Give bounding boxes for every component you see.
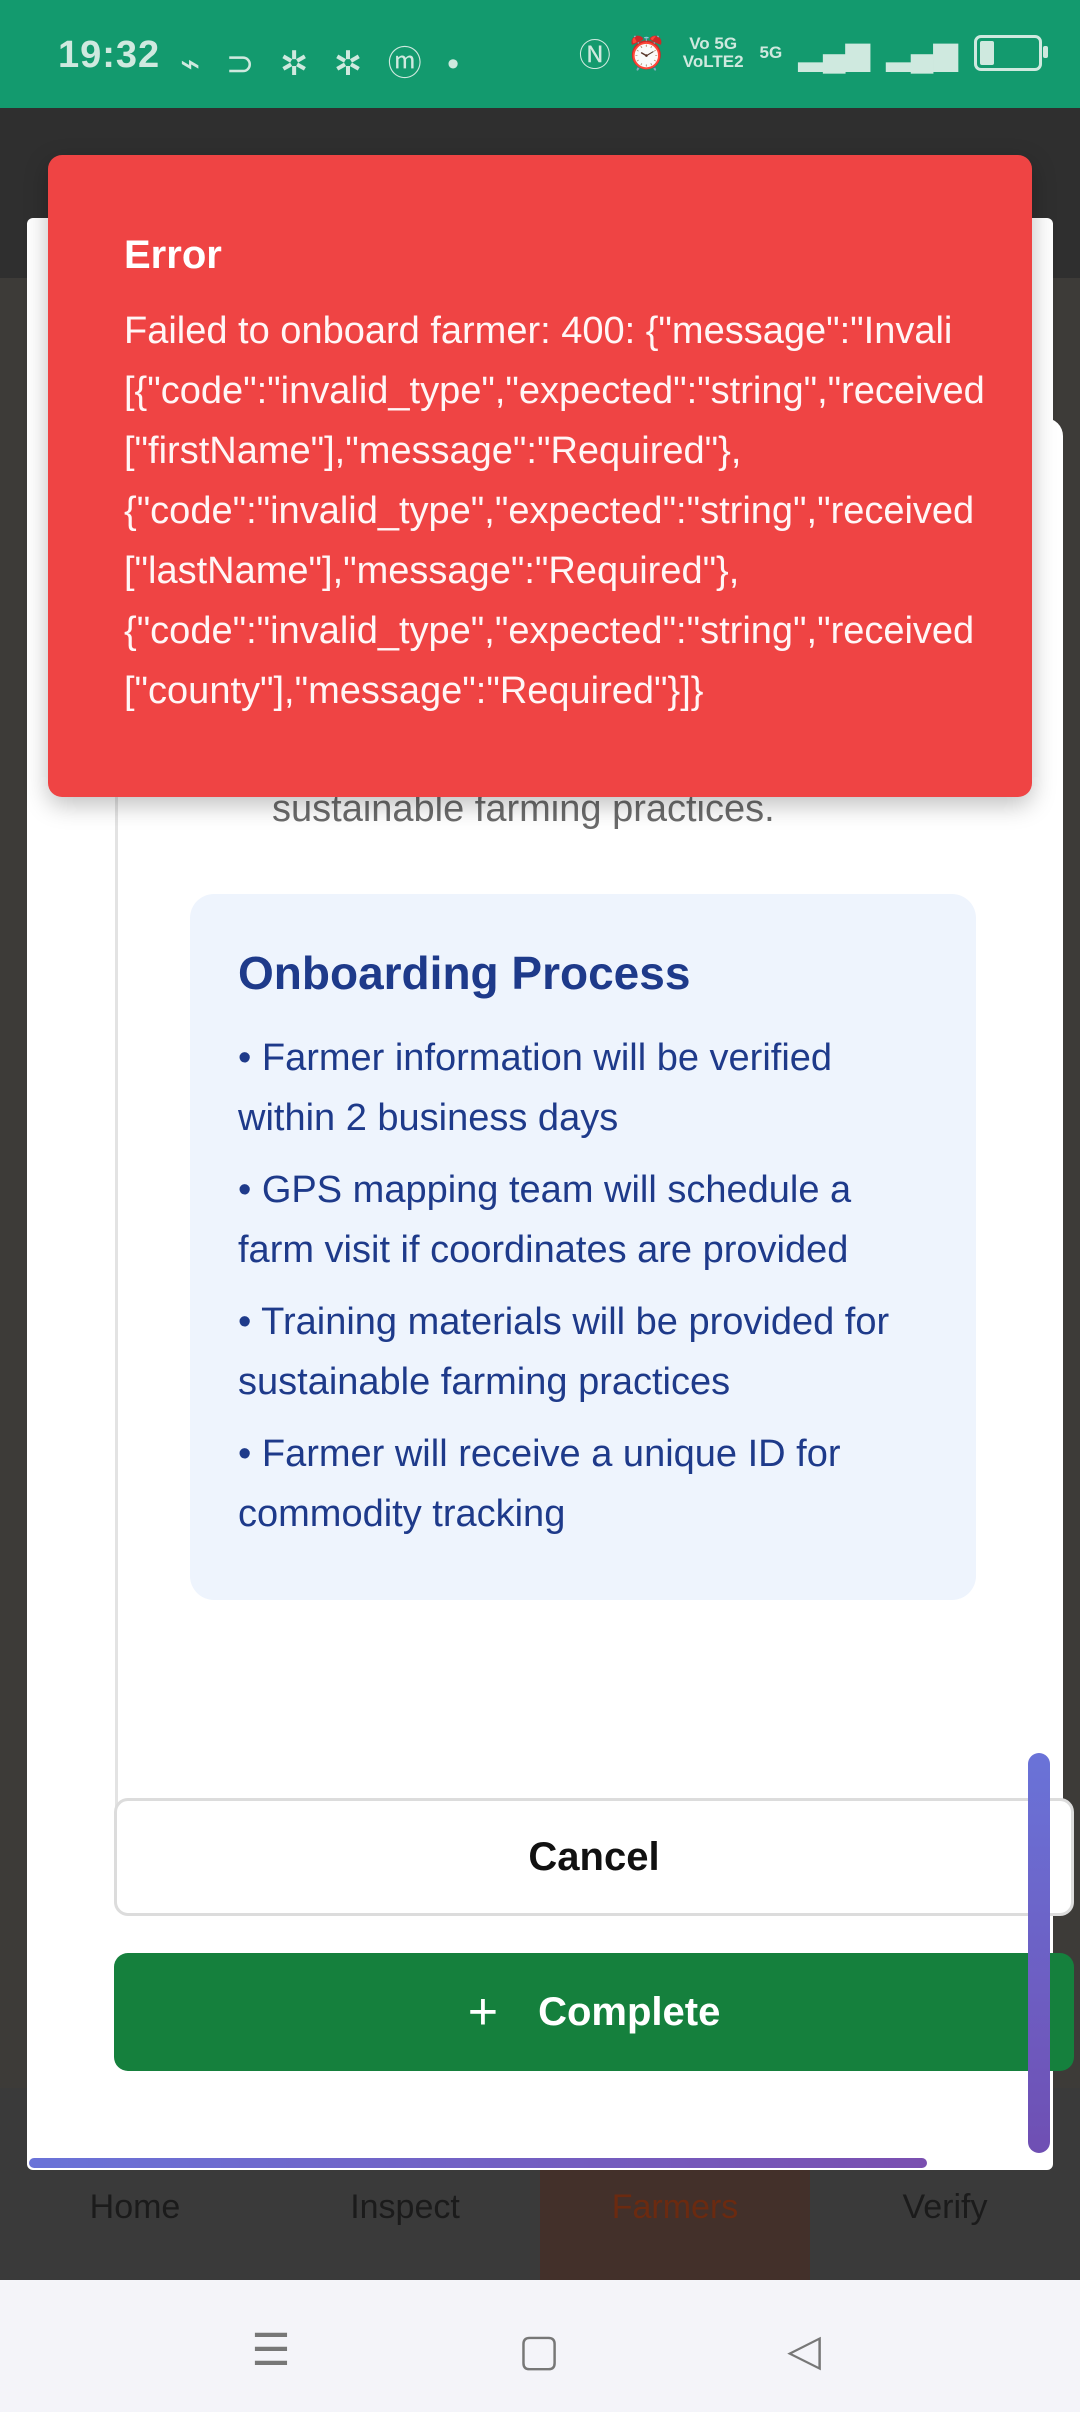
alarm-icon: ⏰	[626, 35, 667, 71]
system-nav-bar: ☰ ▢ ◁	[0, 2280, 1080, 2412]
status-icons-right: Ⓝ ⏰ Vo 5G VoLTE2 5G ▂▄▆ ▂▄▆	[578, 30, 1048, 76]
toast-message: Failed to onboard farmer: 400: {"message…	[124, 310, 985, 712]
process-item: • Training materials will be provided fo…	[238, 1301, 890, 1403]
volte-bottom-label: VoLTE2	[682, 52, 744, 71]
signal-icon: ▂▄▆	[798, 35, 871, 71]
horizontal-scrollbar[interactable]	[29, 2158, 927, 2168]
back-triangle-icon[interactable]: ◁	[764, 2310, 844, 2390]
cancel-label: Cancel	[528, 1834, 660, 1879]
cancel-button[interactable]: Cancel	[114, 1798, 1074, 1916]
toast-title: Error	[124, 233, 222, 277]
home-square-icon[interactable]: ▢	[499, 2310, 579, 2390]
vertical-scrollbar[interactable]	[1028, 1753, 1050, 2153]
volte-top-label: Vo 5G	[689, 34, 738, 53]
process-item: • GPS mapping team will schedule a farm …	[238, 1169, 852, 1271]
notification-icons: ⌁ ⊃ ✲ ✲ ⓜ •	[180, 45, 468, 83]
complete-button[interactable]: + Complete	[114, 1953, 1074, 2071]
volte-indicator: Vo 5G VoLTE2	[683, 35, 744, 71]
status-bar: 19:32 ⌁ ⊃ ✲ ✲ ⓜ • Ⓝ ⏰ Vo 5G VoLTE2 5G ▂▄…	[0, 0, 1080, 108]
status-time: 19:32	[58, 34, 161, 76]
process-title: Onboarding Process	[238, 947, 691, 999]
onboarding-process-box: Onboarding Process • Farmer information …	[190, 894, 976, 1600]
nav-inspect[interactable]: Inspect	[270, 2188, 540, 2227]
nfc-icon: Ⓝ	[578, 37, 611, 73]
nav-home[interactable]: Home	[0, 2188, 270, 2227]
process-item: • Farmer information will be verified wi…	[238, 1037, 833, 1139]
plus-icon: +	[467, 1983, 499, 2041]
error-toast[interactable]: Error Failed to onboard farmer: 400: {"m…	[48, 155, 1032, 797]
battery-icon	[974, 35, 1048, 71]
complete-label: Complete	[538, 1989, 721, 2034]
nav-verify[interactable]: Verify	[810, 2188, 1080, 2227]
signal-icon-2: ▂▄▆	[886, 35, 958, 71]
network-type: 5G	[759, 43, 783, 62]
menu-icon[interactable]: ☰	[231, 2310, 311, 2390]
process-item: • Farmer will receive a unique ID for co…	[238, 1433, 841, 1535]
